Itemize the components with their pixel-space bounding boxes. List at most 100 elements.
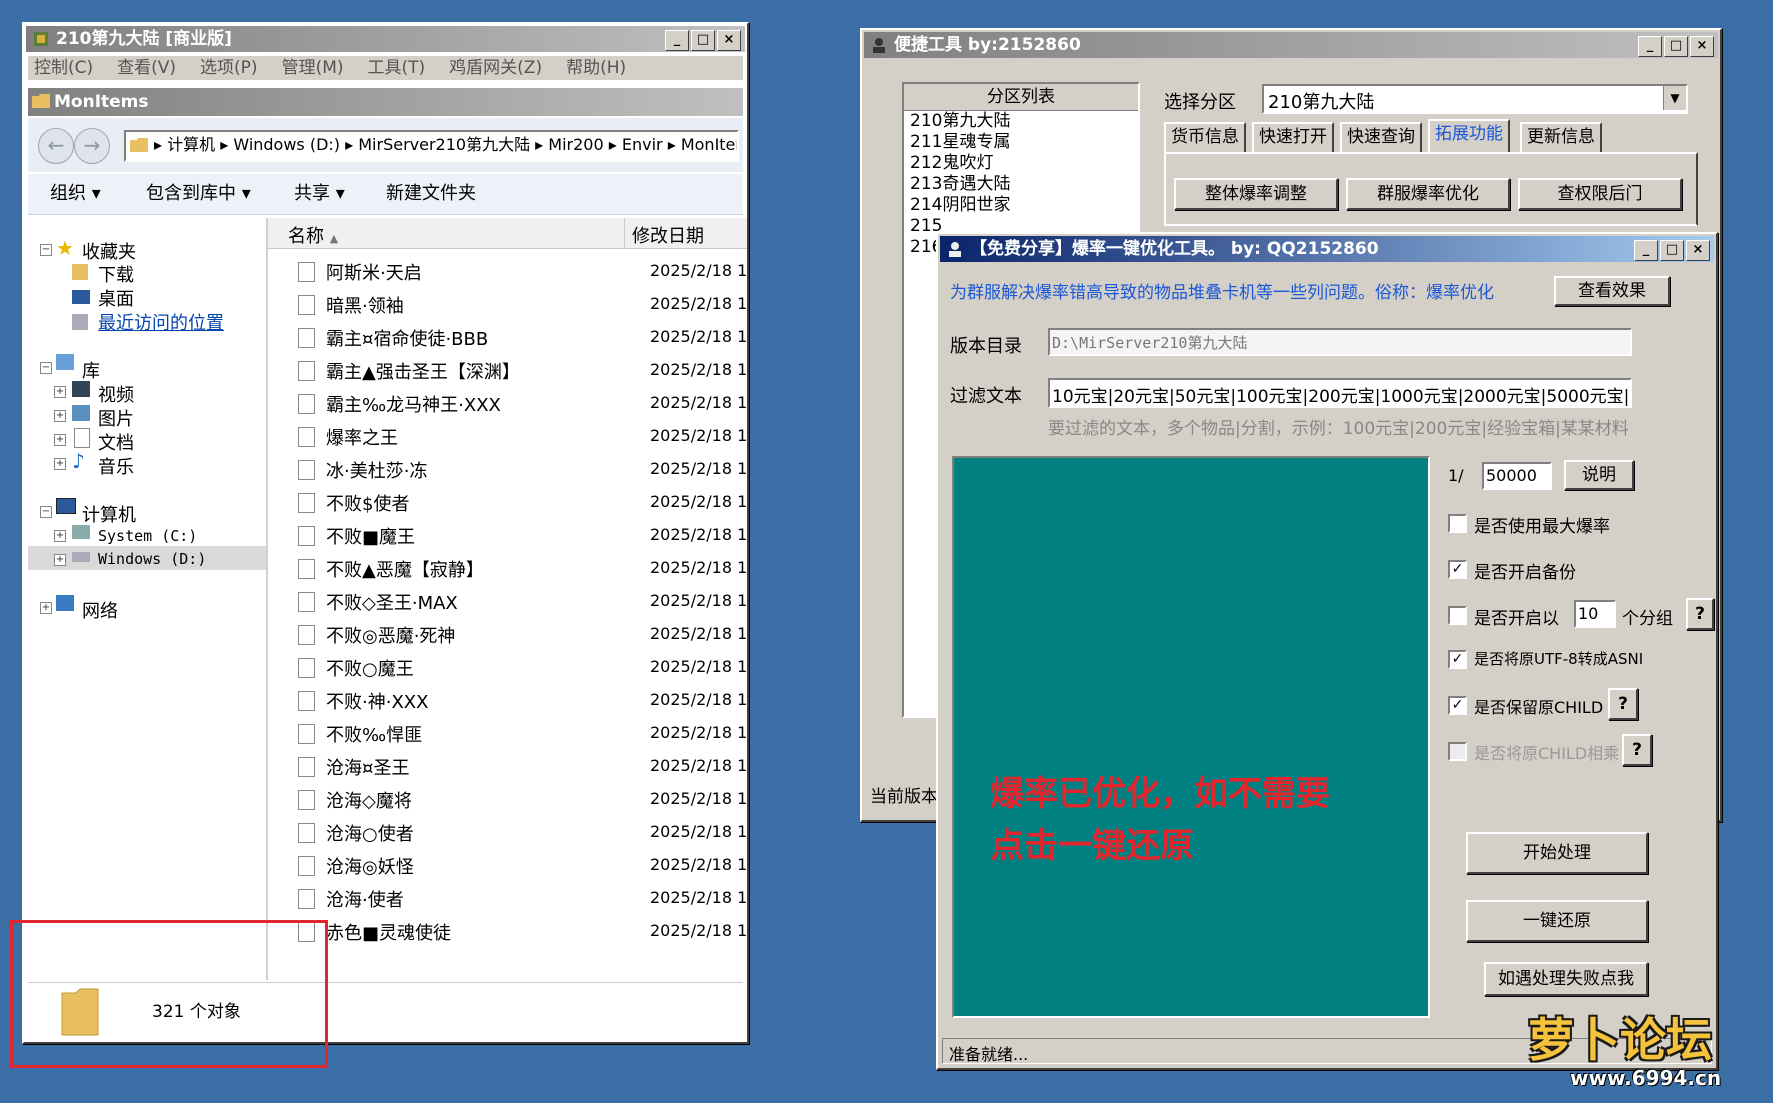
nav-downloads[interactable]: 下载 [98,261,134,287]
new-folder-button[interactable]: 新建文件夹 [386,174,476,214]
overall-rate-button[interactable]: 整体爆率调整 [1174,178,1338,210]
optimizer-titlebar[interactable]: 【免费分享】爆率一键优化工具。 by: QQ2152860 _ □ × [940,236,1714,262]
close-icon[interactable]: × [1690,36,1714,57]
nav-recent[interactable]: 最近访问的位置 [98,309,224,335]
table-row[interactable]: 沧海◎妖怪2025/2/18 12:11文本文档 [268,848,747,881]
restore-button[interactable]: 一键还原 [1466,900,1648,942]
partition-item[interactable]: 210第九大陆 [910,111,1138,132]
menu-help[interactable]: 帮助(H) [566,56,626,80]
nav-libraries[interactable]: 库 [82,357,100,383]
keep-child-help-button[interactable]: ? [1608,688,1638,720]
minimize-icon[interactable]: _ [665,30,689,51]
menu-tools[interactable]: 工具(T) [368,56,426,80]
partition-select[interactable]: 210第九大陆 ▼ [1262,84,1688,114]
tab-currency[interactable]: 货币信息 [1164,122,1246,152]
collapse-libraries[interactable]: − [40,362,52,374]
crumb-mir200[interactable]: Mir200 [548,135,603,154]
tab-quick-query[interactable]: 快速查询 [1340,122,1422,152]
expand-music[interactable]: + [54,458,66,470]
expand-videos[interactable]: + [54,386,66,398]
share-button[interactable]: 共享 ▾ [294,174,345,214]
table-row[interactable]: 赤色■灵魂使徒2025/2/18 12:10文本文档 [268,914,747,947]
nav-computer[interactable]: 计算机 [82,501,136,527]
max-rate-checkbox[interactable] [1448,514,1467,533]
table-row[interactable]: 不败■魔王 2025/2/18 12:09 [268,518,747,551]
explorer-titlebar[interactable]: 210第九大陆 [商业版] _ □ × [26,26,745,52]
utf8-checkbox[interactable]: ✓ [1448,650,1467,669]
maximize-icon[interactable]: □ [691,30,715,51]
group-help-button[interactable]: ? [1686,598,1714,630]
table-row[interactable]: 不败‰悍匪 2025/2/18 12:09 [268,716,747,749]
nav-videos[interactable]: 视频 [98,381,134,407]
table-row[interactable]: 沧海○使者2025/2/18 12:11文本文档 [268,815,747,848]
fail-help-button[interactable]: 如遇处理失败点我 [1484,962,1648,996]
crumb-drive[interactable]: Windows (D:) [233,135,340,154]
nav-desktop[interactable]: 桌面 [98,285,134,311]
expand-pictures[interactable]: + [54,410,66,422]
minimize-icon[interactable]: _ [1634,240,1658,261]
table-row[interactable]: 不败◎恶魔·死神 2025/2/18 12:11 [268,617,747,650]
table-row[interactable]: 不败·神·XXX 2025/2/18 12:11 [268,683,747,716]
column-date[interactable]: 修改日期 [632,222,704,248]
expand-system-c[interactable]: + [54,530,66,542]
menu-options[interactable]: 选项(P) [200,56,258,80]
expand-documents[interactable]: + [54,434,66,446]
group-size-input[interactable]: 10 [1574,600,1616,628]
close-icon[interactable]: × [1686,240,1710,261]
organize-button[interactable]: 组织 ▾ [50,174,101,214]
explain-button[interactable]: 说明 [1564,460,1634,490]
nav-pictures[interactable]: 图片 [98,405,134,431]
menu-control[interactable]: 控制(C) [34,56,93,80]
collapse-favorites[interactable]: − [40,244,52,256]
table-row[interactable]: 爆率之王 2025/2/18 12:11 [268,419,747,452]
partition-item[interactable]: 211星魂专属 [910,132,1138,153]
chevron-down-icon[interactable]: ▼ [1663,86,1686,110]
backup-checkbox[interactable]: ✓ [1448,560,1467,579]
crumb-computer[interactable]: 计算机 [167,135,215,154]
crumb-server[interactable]: MirServer210第九大陆 [358,135,530,154]
menu-manage[interactable]: 管理(M) [282,56,344,80]
ratio-input[interactable]: 50000 [1482,462,1552,490]
table-row[interactable]: 霸主▲强击圣王【深渊】 2025/2/18 12:11 [268,353,747,386]
filter-field[interactable]: 10元宝|20元宝|50元宝|100元宝|200元宝|1000元宝|2000元宝… [1048,378,1632,408]
keep-child-checkbox[interactable]: ✓ [1448,696,1467,715]
multiply-child-checkbox[interactable] [1448,742,1467,761]
expand-network[interactable]: + [40,602,52,614]
crumb-monitems[interactable]: MonItems [681,135,737,154]
table-row[interactable]: 霸主‰龙马神王·XXX 2025/2/18 12:11 [268,386,747,419]
nav-music[interactable]: 音乐 [98,453,134,479]
table-row[interactable]: 不败▲恶魔【寂静】 2025/2/18 12:11 [268,551,747,584]
version-dir-field[interactable]: D:\MirServer210第九大陆 [1048,328,1632,356]
table-row[interactable]: 沧海◇魔将2025/2/18 12:11文本文档 [268,782,747,815]
collapse-computer[interactable]: − [40,506,52,518]
table-row[interactable]: 不败○魔王 2025/2/18 12:09 [268,650,747,683]
start-button[interactable]: 开始处理 [1466,832,1648,874]
view-effect-button[interactable]: 查看效果 [1554,276,1670,306]
back-button[interactable]: ← [38,128,74,164]
maximize-icon[interactable]: □ [1664,36,1688,57]
partition-item[interactable]: 213奇遇大陆 [910,174,1138,195]
partition-item[interactable]: 214阴阳世家 [910,195,1138,216]
quicktool-titlebar[interactable]: 便捷工具 by:2152860 _ □ × [864,32,1718,58]
nav-system-c[interactable]: System (C:) [98,527,197,545]
minimize-icon[interactable]: _ [1638,36,1662,57]
table-row[interactable]: 暗黑·领袖 2025/2/18 12:11 [268,287,747,320]
nav-documents[interactable]: 文档 [98,429,134,455]
table-row[interactable]: 冰·美杜莎·冻 2025/2/18 12:11 [268,452,747,485]
table-row[interactable]: 不败◇圣王·MAX 2025/2/18 12:11 [268,584,747,617]
maximize-icon[interactable]: □ [1660,240,1684,261]
table-row[interactable]: 霸主¤宿命使徒·BBB 2025/2/18 12:11 [268,320,747,353]
include-library-button[interactable]: 包含到库中 ▾ [146,174,251,214]
partition-item[interactable]: 212鬼吹灯 [910,153,1138,174]
table-row[interactable]: 阿斯米·天启 2025/2/18 12:10 [268,254,747,287]
group-optimize-button[interactable]: 群服爆率优化 [1346,178,1510,210]
tab-quick-open[interactable]: 快速打开 [1252,122,1334,152]
tab-extended[interactable]: 拓展功能 [1428,119,1510,152]
column-name[interactable]: 名称 ▲ [288,222,338,248]
breadcrumb[interactable]: ▸ 计算机 ▸ Windows (D:) ▸ MirServer210第九大陆 … [124,130,739,162]
menu-gateway[interactable]: 鸡盾网关(Z) [449,56,542,80]
group-checkbox[interactable] [1448,606,1467,625]
table-row[interactable]: 不败$使者 2025/2/18 12:09 [268,485,747,518]
multiply-child-help-button[interactable]: ? [1622,734,1652,766]
crumb-envir[interactable]: Envir [622,135,663,154]
